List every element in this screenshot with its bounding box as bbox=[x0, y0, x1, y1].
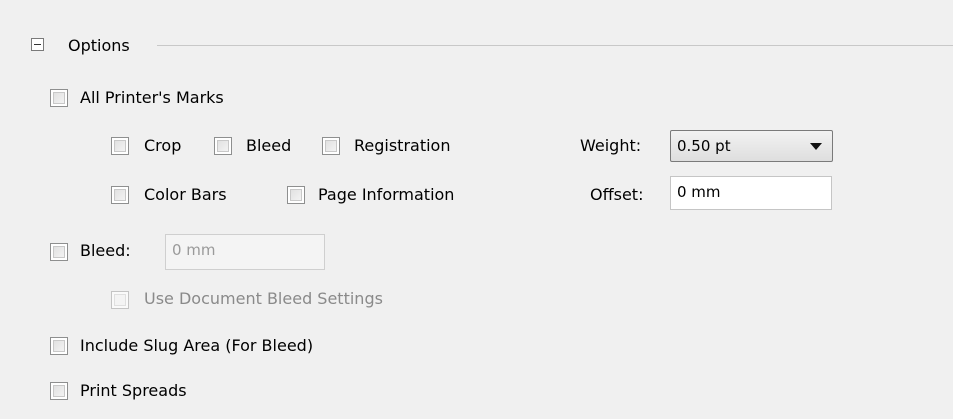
offset-input[interactable]: 0 mm bbox=[670, 176, 832, 210]
print-spreads-checkbox[interactable] bbox=[50, 382, 68, 400]
collapse-toggle-icon[interactable] bbox=[31, 38, 44, 51]
bleed-value: 0 mm bbox=[172, 241, 216, 259]
chevron-down-icon bbox=[810, 143, 822, 150]
bleed-label: Bleed: bbox=[80, 241, 131, 260]
bleed-marks-checkbox[interactable] bbox=[214, 137, 232, 155]
offset-label: Offset: bbox=[590, 185, 644, 204]
all-printers-marks-checkbox[interactable] bbox=[50, 89, 68, 107]
bleed-marks-label: Bleed bbox=[246, 136, 292, 155]
options-group-title: Options bbox=[68, 36, 130, 55]
include-slug-label: Include Slug Area (For Bleed) bbox=[80, 336, 314, 355]
weight-dropdown[interactable]: 0.50 pt bbox=[670, 130, 833, 162]
include-slug-checkbox[interactable] bbox=[50, 337, 68, 355]
print-spreads-label: Print Spreads bbox=[80, 381, 187, 400]
page-information-checkbox[interactable] bbox=[287, 186, 305, 204]
weight-value: 0.50 pt bbox=[677, 137, 731, 155]
use-document-bleed-label: Use Document Bleed Settings bbox=[144, 289, 383, 308]
page-information-label: Page Information bbox=[318, 185, 455, 204]
offset-value: 0 mm bbox=[677, 183, 721, 201]
group-divider bbox=[157, 45, 953, 46]
all-printers-marks-label: All Printer's Marks bbox=[80, 88, 224, 107]
crop-label: Crop bbox=[144, 136, 182, 155]
crop-checkbox[interactable] bbox=[111, 137, 129, 155]
color-bars-checkbox[interactable] bbox=[111, 186, 129, 204]
registration-checkbox[interactable] bbox=[322, 137, 340, 155]
use-document-bleed-checkbox[interactable] bbox=[111, 291, 129, 309]
registration-label: Registration bbox=[354, 136, 451, 155]
bleed-input[interactable]: 0 mm bbox=[165, 234, 325, 270]
bleed-checkbox[interactable] bbox=[50, 243, 68, 261]
color-bars-label: Color Bars bbox=[144, 185, 227, 204]
weight-label: Weight: bbox=[580, 136, 642, 155]
